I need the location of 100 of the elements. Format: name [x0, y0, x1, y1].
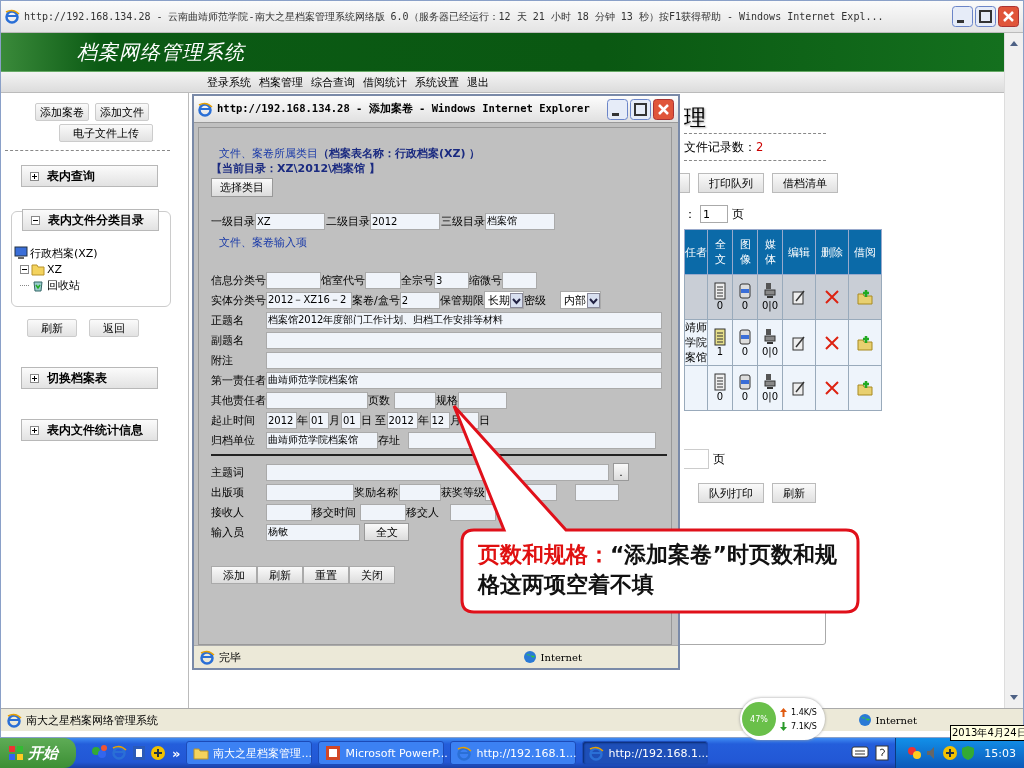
tree-item[interactable]: 回收站 — [47, 277, 80, 293]
panel-button[interactable]: 返回 — [89, 319, 139, 337]
table-row[interactable]: 0 0 0|0 — [684, 274, 882, 320]
page-field[interactable]: 1 — [700, 205, 728, 223]
shield-icon — [961, 745, 976, 761]
panel-button[interactable]: 刷新 — [27, 319, 77, 337]
panel-title: 表内文件分类目录 — [48, 212, 144, 228]
taskbar-button[interactable]: Microsoft PowerP... — [318, 741, 445, 765]
more-icons-button[interactable]: » — [172, 745, 181, 761]
taskbar-button[interactable]: http://192.168.1... — [450, 741, 577, 765]
taskbar-button[interactable]: 南大之星档案管理... — [186, 741, 313, 765]
maximize-icon — [975, 6, 996, 27]
globe-icon — [857, 713, 872, 727]
document-icon — [714, 373, 726, 391]
dropdown[interactable]: 内部 — [559, 291, 601, 309]
dropdown[interactable]: 长期 — [483, 291, 524, 309]
tree-item[interactable]: XZ — [47, 262, 63, 276]
folder-plus-icon — [857, 334, 873, 351]
taskbar-button[interactable]: http://192.168.1... — [582, 741, 709, 765]
help-icon — [875, 745, 890, 761]
field-label: 附注 — [211, 352, 234, 368]
panel-title: 表内文件统计信息 — [47, 422, 143, 438]
form-button[interactable]: . — [613, 463, 629, 481]
text-field[interactable]: 2012－XZ16－2 — [266, 291, 352, 309]
menu-item[interactable]: 档案管理 — [259, 74, 303, 90]
browser-icon — [5, 9, 20, 24]
toolbar-button[interactable]: 借档清单 — [772, 173, 838, 193]
form-button[interactable]: 全文 — [364, 523, 409, 541]
text-field[interactable] — [266, 331, 662, 349]
zone-label: Internet — [875, 714, 917, 726]
text-field[interactable]: 3 — [434, 271, 469, 289]
text-field[interactable]: 档案馆2012年度部门工作计划、归档工作安排等材料 — [266, 311, 662, 329]
field-label: 实体分类号 — [211, 292, 266, 308]
text-field[interactable]: 2012 — [386, 411, 418, 429]
text-field[interactable]: 曲靖师范学院档案馆 — [266, 371, 662, 389]
sidebar-button[interactable]: 电子文件上传 — [59, 124, 153, 142]
field-label: 规格 — [436, 392, 458, 408]
document-icon — [132, 745, 146, 761]
text-field[interactable] — [266, 483, 354, 501]
level-field[interactable]: XZ — [255, 212, 325, 230]
scrollbar[interactable] — [1004, 33, 1023, 708]
globe-icon — [522, 650, 537, 664]
text-field[interactable] — [450, 503, 496, 521]
form-button[interactable]: 重置 — [303, 566, 349, 584]
menu-item[interactable]: 退出 — [467, 74, 489, 90]
status-text: 南大之星档案网络管理系统 — [26, 712, 158, 728]
menu-item[interactable]: 系统设置 — [415, 74, 459, 90]
form-button[interactable]: 关闭 — [349, 566, 395, 584]
toolbar-button[interactable]: 打印队列 — [698, 173, 764, 193]
panel-header[interactable]: 表内文件统计信息 — [21, 419, 158, 441]
add-icon — [942, 745, 959, 761]
text-field[interactable]: 2 — [399, 291, 440, 309]
text-field[interactable] — [394, 391, 436, 409]
text-field[interactable]: 2012 — [266, 411, 297, 429]
select-category-button[interactable]: 选择类目 — [211, 178, 273, 197]
panel-header[interactable]: 表内文件分类目录 — [22, 209, 159, 231]
edit-icon — [792, 289, 806, 305]
text-field[interactable] — [365, 271, 401, 289]
field-label: 移交时间 — [312, 504, 357, 520]
text-field[interactable] — [502, 271, 537, 289]
column-header: 借阅 — [848, 229, 882, 275]
toolbar-button[interactable]: 刷新 — [772, 483, 816, 503]
panel-header[interactable]: 表内查询 — [21, 165, 158, 187]
text-field[interactable] — [266, 503, 312, 521]
text-field[interactable] — [458, 391, 507, 409]
menu-item[interactable]: 登录系统 — [207, 74, 251, 90]
text-field[interactable]: 01 — [309, 411, 329, 429]
tree-row[interactable]: XZ — [20, 261, 170, 277]
sidebar-button[interactable]: 添加文件 — [95, 103, 149, 121]
page-field[interactable] — [684, 449, 709, 469]
form-button[interactable]: 刷新 — [257, 566, 303, 584]
level-field[interactable]: 档案馆 — [485, 212, 555, 230]
panel-header[interactable]: 切换档案表 — [21, 367, 158, 389]
text-field[interactable] — [266, 391, 368, 409]
menu-item[interactable]: 借阅统计 — [363, 74, 407, 90]
field-label: 月 — [329, 412, 341, 428]
text-field[interactable] — [360, 503, 406, 521]
form-button[interactable]: 添加 — [211, 566, 257, 584]
toolbar-button[interactable]: 队列打印 — [698, 483, 764, 503]
text-field[interactable]: 12 — [429, 411, 450, 429]
tree-item[interactable]: 行政档案(XZ) — [30, 245, 98, 261]
text-field[interactable] — [399, 483, 441, 501]
text-field[interactable]: 曲靖师范学院档案馆 — [266, 431, 378, 449]
text-field[interactable]: 01 — [341, 411, 361, 429]
text-field[interactable] — [575, 483, 619, 501]
column-header: 媒体 — [757, 229, 783, 275]
delete-icon — [824, 289, 840, 305]
text-field[interactable] — [408, 431, 656, 449]
media-count: 0|0 — [760, 391, 780, 403]
recycle-bin-icon — [31, 278, 45, 292]
level-field[interactable]: 2012 — [370, 212, 440, 230]
text-field[interactable] — [266, 271, 321, 289]
field-label: 接收人 — [211, 504, 245, 520]
text-field[interactable]: 杨敏 — [266, 523, 360, 541]
text-field[interactable] — [266, 351, 662, 369]
menu-item[interactable]: 综合查询 — [311, 74, 355, 90]
date-tooltip: 2013年4月24日 — [950, 725, 1024, 741]
table-row[interactable]: 0 0 0|0 — [684, 365, 882, 411]
column-header: 图像 — [732, 229, 758, 275]
sidebar-button[interactable]: 添加案卷 — [35, 103, 89, 121]
